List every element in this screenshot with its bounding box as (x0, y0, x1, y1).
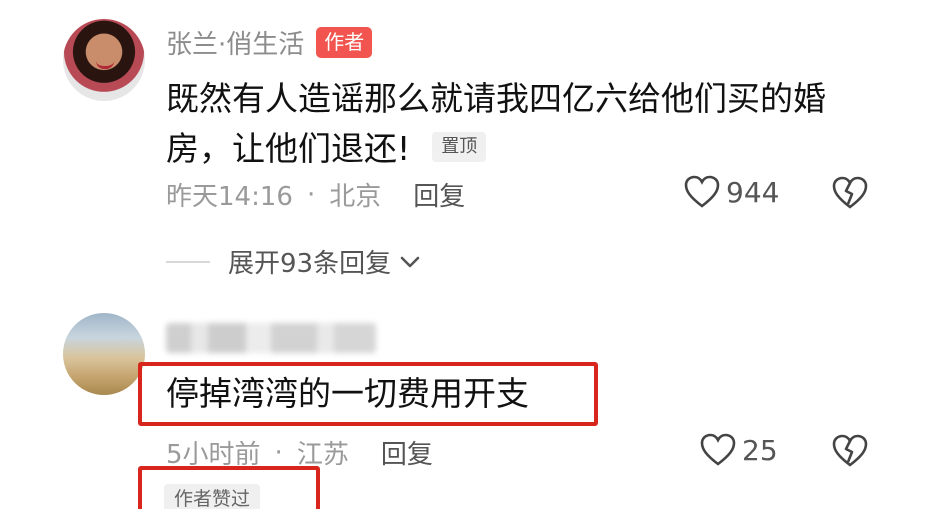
comment-location: 北京 (329, 182, 382, 212)
meta-separator: · (274, 437, 283, 468)
comment-header: 张兰·俏生活 作者 (166, 24, 373, 61)
heart-icon (684, 175, 720, 208)
reply-button[interactable]: 回复 (413, 176, 465, 213)
like-button[interactable]: 944 (684, 175, 779, 209)
meta-separator: · (306, 179, 316, 210)
user-avatar[interactable] (63, 313, 145, 395)
divider-line (166, 260, 210, 263)
like-button[interactable]: 25 (700, 433, 778, 467)
reply-button[interactable]: 回复 (381, 434, 433, 471)
pinned-badge: 置顶 (432, 131, 487, 162)
username[interactable]: 张兰·俏生活 (166, 24, 304, 61)
author-badge: 作者 (316, 27, 373, 58)
comment-text: 既然有人造谣那么就请我四亿六给他们买的婚房，让他们退还! (166, 79, 826, 168)
author-liked-badge: 作者赞过 (164, 484, 261, 509)
expand-replies[interactable]: 展开93条回复 (166, 243, 423, 280)
avatar-face-detail (96, 61, 114, 69)
expand-replies-label: 展开93条回复 (228, 249, 392, 279)
user-avatar[interactable] (63, 19, 145, 101)
comment-body: 既然有人造谣那么就请我四亿六给他们买的婚房，让他们退还! 置顶 (166, 74, 866, 174)
chevron-down-icon (400, 256, 420, 267)
username-blurred[interactable] (166, 323, 376, 353)
comment-text: 停掉湾湾的一切费用开支 (166, 374, 529, 413)
comment-time: 昨天14:16 (166, 182, 293, 212)
heart-icon (700, 433, 736, 466)
broken-heart-icon[interactable] (832, 176, 868, 210)
like-count: 944 (726, 175, 780, 209)
comment-meta: 昨天14:16 · 北京 回复 (166, 176, 465, 213)
like-count: 25 (742, 433, 778, 467)
broken-heart-icon[interactable] (832, 434, 868, 468)
